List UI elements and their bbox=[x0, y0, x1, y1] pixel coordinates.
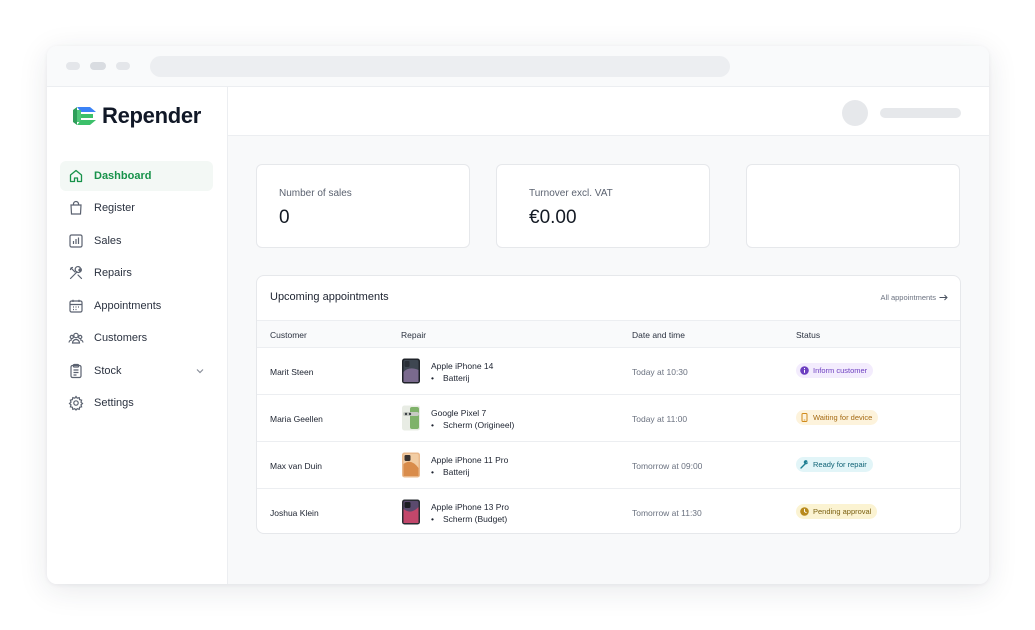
status-label: Waiting for device bbox=[813, 413, 873, 422]
appointments-card: Upcoming appointments All appointments C… bbox=[256, 275, 961, 534]
customer-name: Joshua Klein bbox=[270, 508, 319, 518]
device-name: Apple iPhone 13 Pro bbox=[431, 502, 509, 512]
table-row[interactable]: Max van Duin Apple iPhone 11 Pro Batteri… bbox=[257, 442, 960, 489]
sidebar: Repender Dashboard Register Sales Repair… bbox=[47, 87, 228, 584]
appointment-datetime: Today at 11:00 bbox=[632, 414, 688, 424]
device-name: Google Pixel 7 bbox=[431, 408, 487, 418]
logo[interactable]: Repender bbox=[71, 102, 201, 130]
status-label: Pending approval bbox=[813, 507, 872, 516]
repair-type: Batterij bbox=[431, 373, 469, 383]
status-badge: Ready for repair bbox=[796, 457, 873, 472]
appointment-datetime: Today at 10:30 bbox=[632, 367, 688, 377]
shopping-bag-icon bbox=[68, 200, 84, 216]
sidebar-item-dashboard[interactable]: Dashboard bbox=[60, 161, 213, 191]
sidebar-item-repairs[interactable]: Repairs bbox=[60, 258, 213, 288]
column-header-status: Status bbox=[796, 330, 821, 340]
home-icon bbox=[68, 168, 84, 184]
stat-card-empty bbox=[746, 164, 960, 248]
stat-label: Number of sales bbox=[279, 188, 352, 199]
status-label: Inform customer bbox=[813, 366, 868, 375]
sidebar-item-sales[interactable]: Sales bbox=[60, 226, 213, 256]
sidebar-item-appointments[interactable]: Appointments bbox=[60, 291, 213, 321]
appointments-title: Upcoming appointments bbox=[270, 291, 389, 303]
device-name: Apple iPhone 14 bbox=[431, 361, 494, 371]
sidebar-item-label: Settings bbox=[94, 397, 134, 409]
device-image bbox=[402, 452, 420, 478]
phone-icon bbox=[801, 413, 808, 422]
stat-value: 0 bbox=[279, 207, 290, 228]
bar-chart-icon bbox=[68, 233, 84, 249]
sidebar-item-label: Appointments bbox=[94, 300, 162, 312]
repair-type: Batterij bbox=[431, 467, 469, 477]
sidebar-item-stock[interactable]: Stock bbox=[60, 356, 213, 386]
column-header-customer: Customer bbox=[270, 330, 307, 340]
info-icon bbox=[800, 366, 809, 375]
repair-type: Scherm (Origineel) bbox=[431, 420, 514, 430]
device-image bbox=[402, 405, 420, 431]
all-appointments-link[interactable]: All appointments bbox=[881, 293, 948, 302]
table-row[interactable]: Joshua Klein Apple iPhone 13 Pro Scherm … bbox=[257, 489, 960, 533]
column-header-datetime: Date and time bbox=[632, 330, 685, 340]
sidebar-item-label: Stock bbox=[94, 365, 122, 377]
address-bar[interactable] bbox=[150, 56, 730, 77]
sidebar-item-settings[interactable]: Settings bbox=[60, 388, 213, 418]
sidebar-item-label: Repairs bbox=[94, 267, 132, 279]
stat-value: €0.00 bbox=[529, 207, 577, 228]
wrench-icon bbox=[800, 460, 809, 469]
gear-icon bbox=[68, 395, 84, 411]
status-badge: Inform customer bbox=[796, 363, 874, 378]
table-header: Customer Repair Date and time Status bbox=[257, 320, 960, 348]
stat-card-sales: Number of sales 0 bbox=[256, 164, 470, 248]
device-image bbox=[402, 499, 420, 525]
app-name: Repender bbox=[102, 103, 202, 128]
top-bar bbox=[228, 87, 989, 136]
browser-titlebar bbox=[47, 46, 989, 87]
repair-type: Scherm (Budget) bbox=[431, 514, 507, 524]
customer-name: Max van Duin bbox=[270, 461, 322, 471]
sidebar-item-customers[interactable]: Customers bbox=[60, 323, 213, 353]
all-appointments-label: All appointments bbox=[880, 293, 936, 302]
sidebar-item-label: Sales bbox=[94, 235, 122, 247]
customer-name: Maria Geellen bbox=[270, 414, 323, 424]
table-row[interactable]: Marit Steen Apple iPhone 14 Batterij Tod… bbox=[257, 348, 960, 395]
customer-name: Marit Steen bbox=[270, 367, 314, 377]
window-control-maximize[interactable] bbox=[116, 62, 130, 70]
device-name: Apple iPhone 11 Pro bbox=[431, 455, 509, 465]
status-label: Ready for repair bbox=[813, 460, 867, 469]
clipboard-icon bbox=[68, 363, 84, 379]
user-name-placeholder[interactable] bbox=[880, 108, 961, 118]
chevron-down-icon[interactable] bbox=[195, 366, 205, 376]
window-control-close[interactable] bbox=[66, 62, 80, 70]
device-image bbox=[402, 358, 420, 384]
appointment-datetime: Tomorrow at 09:00 bbox=[632, 461, 703, 471]
sidebar-item-label: Register bbox=[94, 202, 135, 214]
app-window: Repender Dashboard Register Sales Repair… bbox=[47, 46, 989, 584]
sidebar-item-register[interactable]: Register bbox=[60, 193, 213, 223]
stat-label: Turnover excl. VAT bbox=[529, 188, 613, 199]
window-control-minimize[interactable] bbox=[90, 62, 106, 70]
status-badge: Pending approval bbox=[796, 504, 878, 519]
sidebar-item-label: Customers bbox=[94, 332, 148, 344]
sidebar-item-label: Dashboard bbox=[94, 170, 152, 182]
table-row[interactable]: Maria Geellen Google Pixel 7 Scherm (Ori… bbox=[257, 395, 960, 442]
repender-logo-icon bbox=[73, 107, 96, 125]
status-badge: Waiting for device bbox=[796, 410, 879, 425]
clock-icon bbox=[800, 507, 809, 516]
appointment-datetime: Tomorrow at 11:30 bbox=[632, 508, 702, 518]
avatar[interactable] bbox=[842, 100, 868, 126]
arrow-right-icon bbox=[939, 294, 948, 301]
column-header-repair: Repair bbox=[401, 330, 427, 340]
users-icon bbox=[68, 330, 84, 346]
main-content: Number of sales 0 Turnover excl. VAT €0.… bbox=[228, 87, 989, 584]
tools-icon bbox=[68, 265, 84, 281]
stat-card-turnover: Turnover excl. VAT €0.00 bbox=[496, 164, 710, 248]
calendar-icon bbox=[68, 298, 84, 314]
